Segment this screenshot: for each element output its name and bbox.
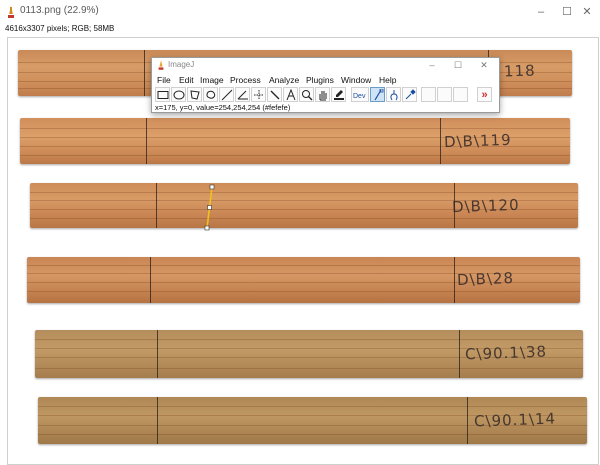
imagej-maximize-button[interactable]: ☐: [450, 59, 466, 71]
developer-menu-icon: Dev: [353, 93, 366, 100]
point-tool-icon: [253, 89, 264, 100]
imagej-minimize-button[interactable]: –: [424, 59, 440, 71]
magnifier-tool-icon: [301, 89, 312, 100]
menu-help[interactable]: Help: [379, 74, 396, 86]
wand-tool[interactable]: [267, 87, 282, 102]
menu-plugins[interactable]: Plugins: [306, 74, 334, 86]
imagej-toolbar: Dev »: [155, 87, 496, 102]
magnifier-tool[interactable]: [299, 87, 314, 102]
imagej-menubar: File Edit Image Process Analyze Plugins …: [152, 74, 499, 86]
straight-line-tool-icon: [221, 89, 232, 100]
menu-window[interactable]: Window: [341, 74, 371, 86]
polygon-tool[interactable]: [187, 87, 202, 102]
more-tools-icon: »: [481, 88, 488, 101]
imagej-main-window: ImageJ – ☐ ✕ File Edit Image Process Ana…: [151, 57, 500, 113]
polygon-tool-icon: [189, 89, 200, 100]
text-tool[interactable]: [283, 87, 298, 102]
oval-tool[interactable]: [171, 87, 186, 102]
rectangle-tool-icon: [157, 90, 168, 99]
hand-tool-icon: [319, 90, 326, 100]
angle-tool[interactable]: [235, 87, 250, 102]
point-tool[interactable]: [251, 87, 266, 102]
straight-line-tool[interactable]: [219, 87, 234, 102]
empty-tool-slot[interactable]: [453, 87, 468, 102]
oval-tool-icon: [173, 90, 184, 99]
imagej-status-bar: x=175, y=0, value=254,254,254 (#fefefe): [155, 103, 291, 112]
hand-tool[interactable]: [315, 87, 330, 102]
dropper-tool-icon: [405, 88, 416, 99]
selection-handle[interactable]: [209, 184, 215, 190]
dropper-tool[interactable]: [402, 87, 417, 102]
imagej-title: ImageJ: [168, 60, 195, 69]
menu-process[interactable]: Process: [230, 74, 261, 86]
menu-image[interactable]: Image: [200, 74, 224, 86]
more-tools-button[interactable]: »: [477, 87, 492, 102]
color-picker-tool[interactable]: [331, 87, 346, 102]
segmented-line-tool-icon: [373, 88, 383, 100]
angle-tool-icon: [237, 90, 248, 99]
menu-edit[interactable]: Edit: [179, 74, 194, 86]
freehand-tool[interactable]: [203, 87, 218, 102]
freehand-tool-icon: [205, 90, 215, 99]
wand-tool-icon: [270, 90, 279, 99]
menu-file[interactable]: File: [157, 74, 171, 86]
color-picker-tool-icon: [333, 89, 344, 100]
selection-handle[interactable]: [207, 205, 212, 210]
segmented-line-tool[interactable]: [370, 87, 385, 102]
rectangle-tool[interactable]: [155, 87, 170, 102]
imagej-app-icon: [158, 60, 164, 70]
svg-text:Dev: Dev: [353, 93, 366, 100]
selection-handle[interactable]: [204, 225, 210, 231]
empty-tool-slot[interactable]: [437, 87, 452, 102]
developer-menu-tool[interactable]: Dev: [351, 87, 369, 102]
imagej-close-button[interactable]: ✕: [476, 59, 492, 71]
imagej-titlebar[interactable]: ImageJ – ☐ ✕: [152, 58, 499, 73]
brush-tool-icon: [389, 89, 398, 100]
empty-tool-slot[interactable]: [421, 87, 436, 102]
brush-tool[interactable]: [386, 87, 401, 102]
menu-analyze[interactable]: Analyze: [269, 74, 299, 86]
text-tool-icon: [286, 88, 295, 100]
